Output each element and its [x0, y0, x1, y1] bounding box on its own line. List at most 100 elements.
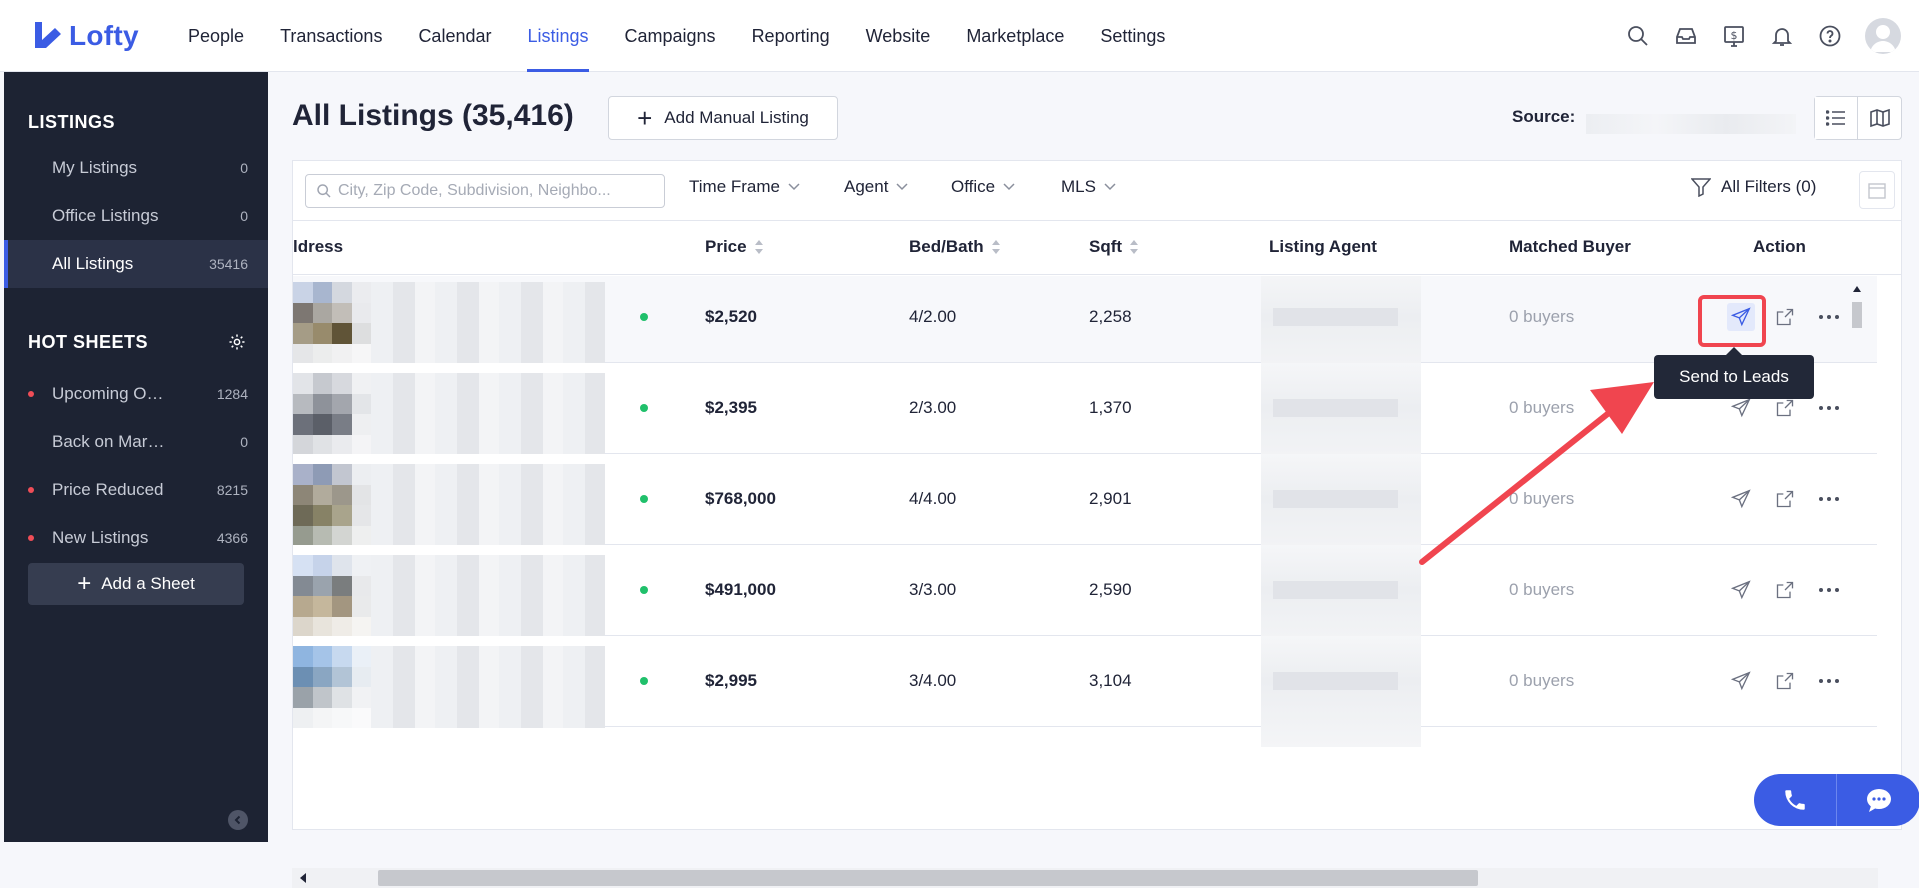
scroll-thumb[interactable]	[1852, 302, 1862, 328]
dollar-icon[interactable]: $	[1721, 23, 1747, 49]
more-options-icon[interactable]	[1815, 576, 1843, 604]
listing-agent-name[interactable]	[1273, 672, 1398, 690]
share-icon[interactable]	[1771, 667, 1799, 695]
add-manual-listing-button[interactable]: + Add Manual Listing	[608, 96, 838, 140]
lofty-logo[interactable]: Lofty	[33, 18, 139, 54]
search-input[interactable]	[338, 182, 648, 200]
listing-address[interactable]	[371, 282, 605, 364]
send-icon[interactable]	[1727, 576, 1755, 604]
help-icon[interactable]	[1817, 23, 1843, 49]
listing-agent-name[interactable]	[1273, 308, 1398, 326]
sidebar-item-label: Back on Market	[52, 432, 167, 451]
agent-dropdown[interactable]: Agent	[844, 177, 908, 197]
column-header-address[interactable]: ldress	[293, 237, 343, 257]
sidebar-item-count: 8215	[216, 482, 248, 498]
bell-icon[interactable]	[1769, 23, 1795, 49]
chat-icon[interactable]	[1837, 774, 1919, 826]
all-filters-button[interactable]: All Filters (0)	[1691, 177, 1816, 197]
listing-address[interactable]	[371, 646, 605, 728]
nav-marketplace[interactable]: Marketplace	[948, 0, 1082, 72]
sort-icon	[754, 240, 763, 254]
nav-reporting[interactable]: Reporting	[734, 0, 848, 72]
sidebar-item-office-listings[interactable]: Office Listings 0	[4, 192, 268, 240]
status-dot	[640, 495, 648, 503]
chevron-down-icon	[1104, 183, 1116, 191]
vertical-scrollbar[interactable]	[1850, 280, 1864, 790]
sort-icon	[991, 240, 1000, 254]
calendar-icon[interactable]	[1859, 171, 1895, 209]
plus-icon: +	[77, 570, 92, 597]
search-box[interactable]	[305, 174, 665, 208]
send-icon[interactable]	[1727, 667, 1755, 695]
add-sheet-button[interactable]: + Add a Sheet	[28, 563, 244, 605]
listing-thumbnail[interactable]	[293, 373, 371, 455]
listing-bed-bath: 4/2.00	[909, 307, 957, 326]
source-select[interactable]	[1586, 114, 1796, 134]
sidebar: LISTINGS My Listings 0 Office Listings 0…	[4, 72, 268, 842]
search-icon[interactable]	[1625, 23, 1651, 49]
listing-agent-name[interactable]	[1273, 581, 1398, 599]
gear-icon[interactable]	[228, 333, 246, 356]
matched-buyers[interactable]: 0 buyers	[1509, 671, 1574, 691]
nav-settings[interactable]: Settings	[1082, 0, 1183, 72]
nav-transactions[interactable]: Transactions	[262, 0, 400, 72]
collapse-sidebar-icon[interactable]	[228, 810, 248, 830]
matched-buyers[interactable]: 0 buyers	[1509, 580, 1574, 600]
horizontal-scrollbar[interactable]	[292, 868, 1878, 888]
listing-address[interactable]	[371, 555, 605, 637]
dropdown-label: Time Frame	[689, 177, 780, 196]
matched-buyers[interactable]: 0 buyers	[1509, 307, 1574, 327]
listing-thumbnail[interactable]	[293, 464, 371, 546]
nav-listings[interactable]: Listings	[509, 0, 606, 72]
phone-icon[interactable]	[1754, 774, 1837, 826]
column-header-price[interactable]: Price	[705, 237, 763, 257]
column-header-sqft[interactable]: Sqft	[1089, 237, 1139, 257]
table-row[interactable]: $2,995 3/4.00 3,104 0 buyers	[293, 636, 1877, 747]
status-dot	[640, 586, 648, 594]
listing-agent-name[interactable]	[1273, 399, 1398, 417]
nav-campaigns[interactable]: Campaigns	[607, 0, 734, 72]
column-header-bed-bath[interactable]: Bed/Bath	[909, 237, 1000, 257]
nav-website[interactable]: Website	[848, 0, 949, 72]
avatar[interactable]	[1865, 18, 1901, 54]
sidebar-item-back-on-market[interactable]: Back on Market 0	[4, 418, 268, 466]
scroll-left-icon[interactable]	[300, 873, 306, 883]
mls-dropdown[interactable]: MLS	[1061, 177, 1116, 197]
table-row[interactable]: $2,520 4/2.00 2,258 0 buyers	[293, 276, 1877, 383]
listing-thumbnail[interactable]	[293, 555, 371, 637]
nav-calendar[interactable]: Calendar	[400, 0, 509, 72]
more-options-icon[interactable]	[1815, 667, 1843, 695]
sidebar-item-count: 0	[240, 208, 248, 224]
listing-address[interactable]	[371, 373, 605, 455]
scroll-thumb[interactable]	[378, 870, 1478, 886]
sidebar-header-hot-sheets: HOT SHEETS	[28, 332, 149, 352]
more-options-icon[interactable]	[1815, 485, 1843, 513]
sidebar-item-new-listings[interactable]: New Listings 4366	[4, 514, 268, 562]
sidebar-item-my-listings[interactable]: My Listings 0	[4, 144, 268, 192]
nav-people[interactable]: People	[170, 0, 262, 72]
listing-thumbnail[interactable]	[293, 282, 371, 364]
office-dropdown[interactable]: Office	[951, 177, 1015, 197]
listing-address[interactable]	[371, 464, 605, 546]
scroll-up-icon[interactable]	[1853, 286, 1861, 292]
dropdown-label: Office	[951, 177, 996, 196]
dropdown-label: Agent	[844, 177, 889, 196]
share-icon[interactable]	[1771, 576, 1799, 604]
listing-price: $2,395	[705, 398, 757, 417]
sidebar-item-price-reduced[interactable]: Price Reduced 8215	[4, 466, 268, 514]
listing-thumbnail[interactable]	[293, 646, 371, 728]
list-view-icon[interactable]	[1815, 97, 1859, 139]
sidebar-item-upcoming-open[interactable]: Upcoming Open ... 1284	[4, 370, 268, 418]
share-icon[interactable]	[1771, 303, 1799, 331]
share-icon[interactable]	[1771, 485, 1799, 513]
send-icon[interactable]	[1727, 485, 1755, 513]
sort-icon	[1130, 240, 1139, 254]
time-frame-dropdown[interactable]: Time Frame	[689, 177, 800, 197]
map-view-icon[interactable]	[1858, 97, 1901, 139]
inbox-icon[interactable]	[1673, 23, 1699, 49]
listing-agent-name[interactable]	[1273, 490, 1398, 508]
status-dot	[640, 677, 648, 685]
more-options-icon[interactable]	[1815, 303, 1843, 331]
sidebar-item-all-listings[interactable]: All Listings 35416	[4, 240, 268, 288]
more-options-icon[interactable]	[1815, 394, 1843, 422]
